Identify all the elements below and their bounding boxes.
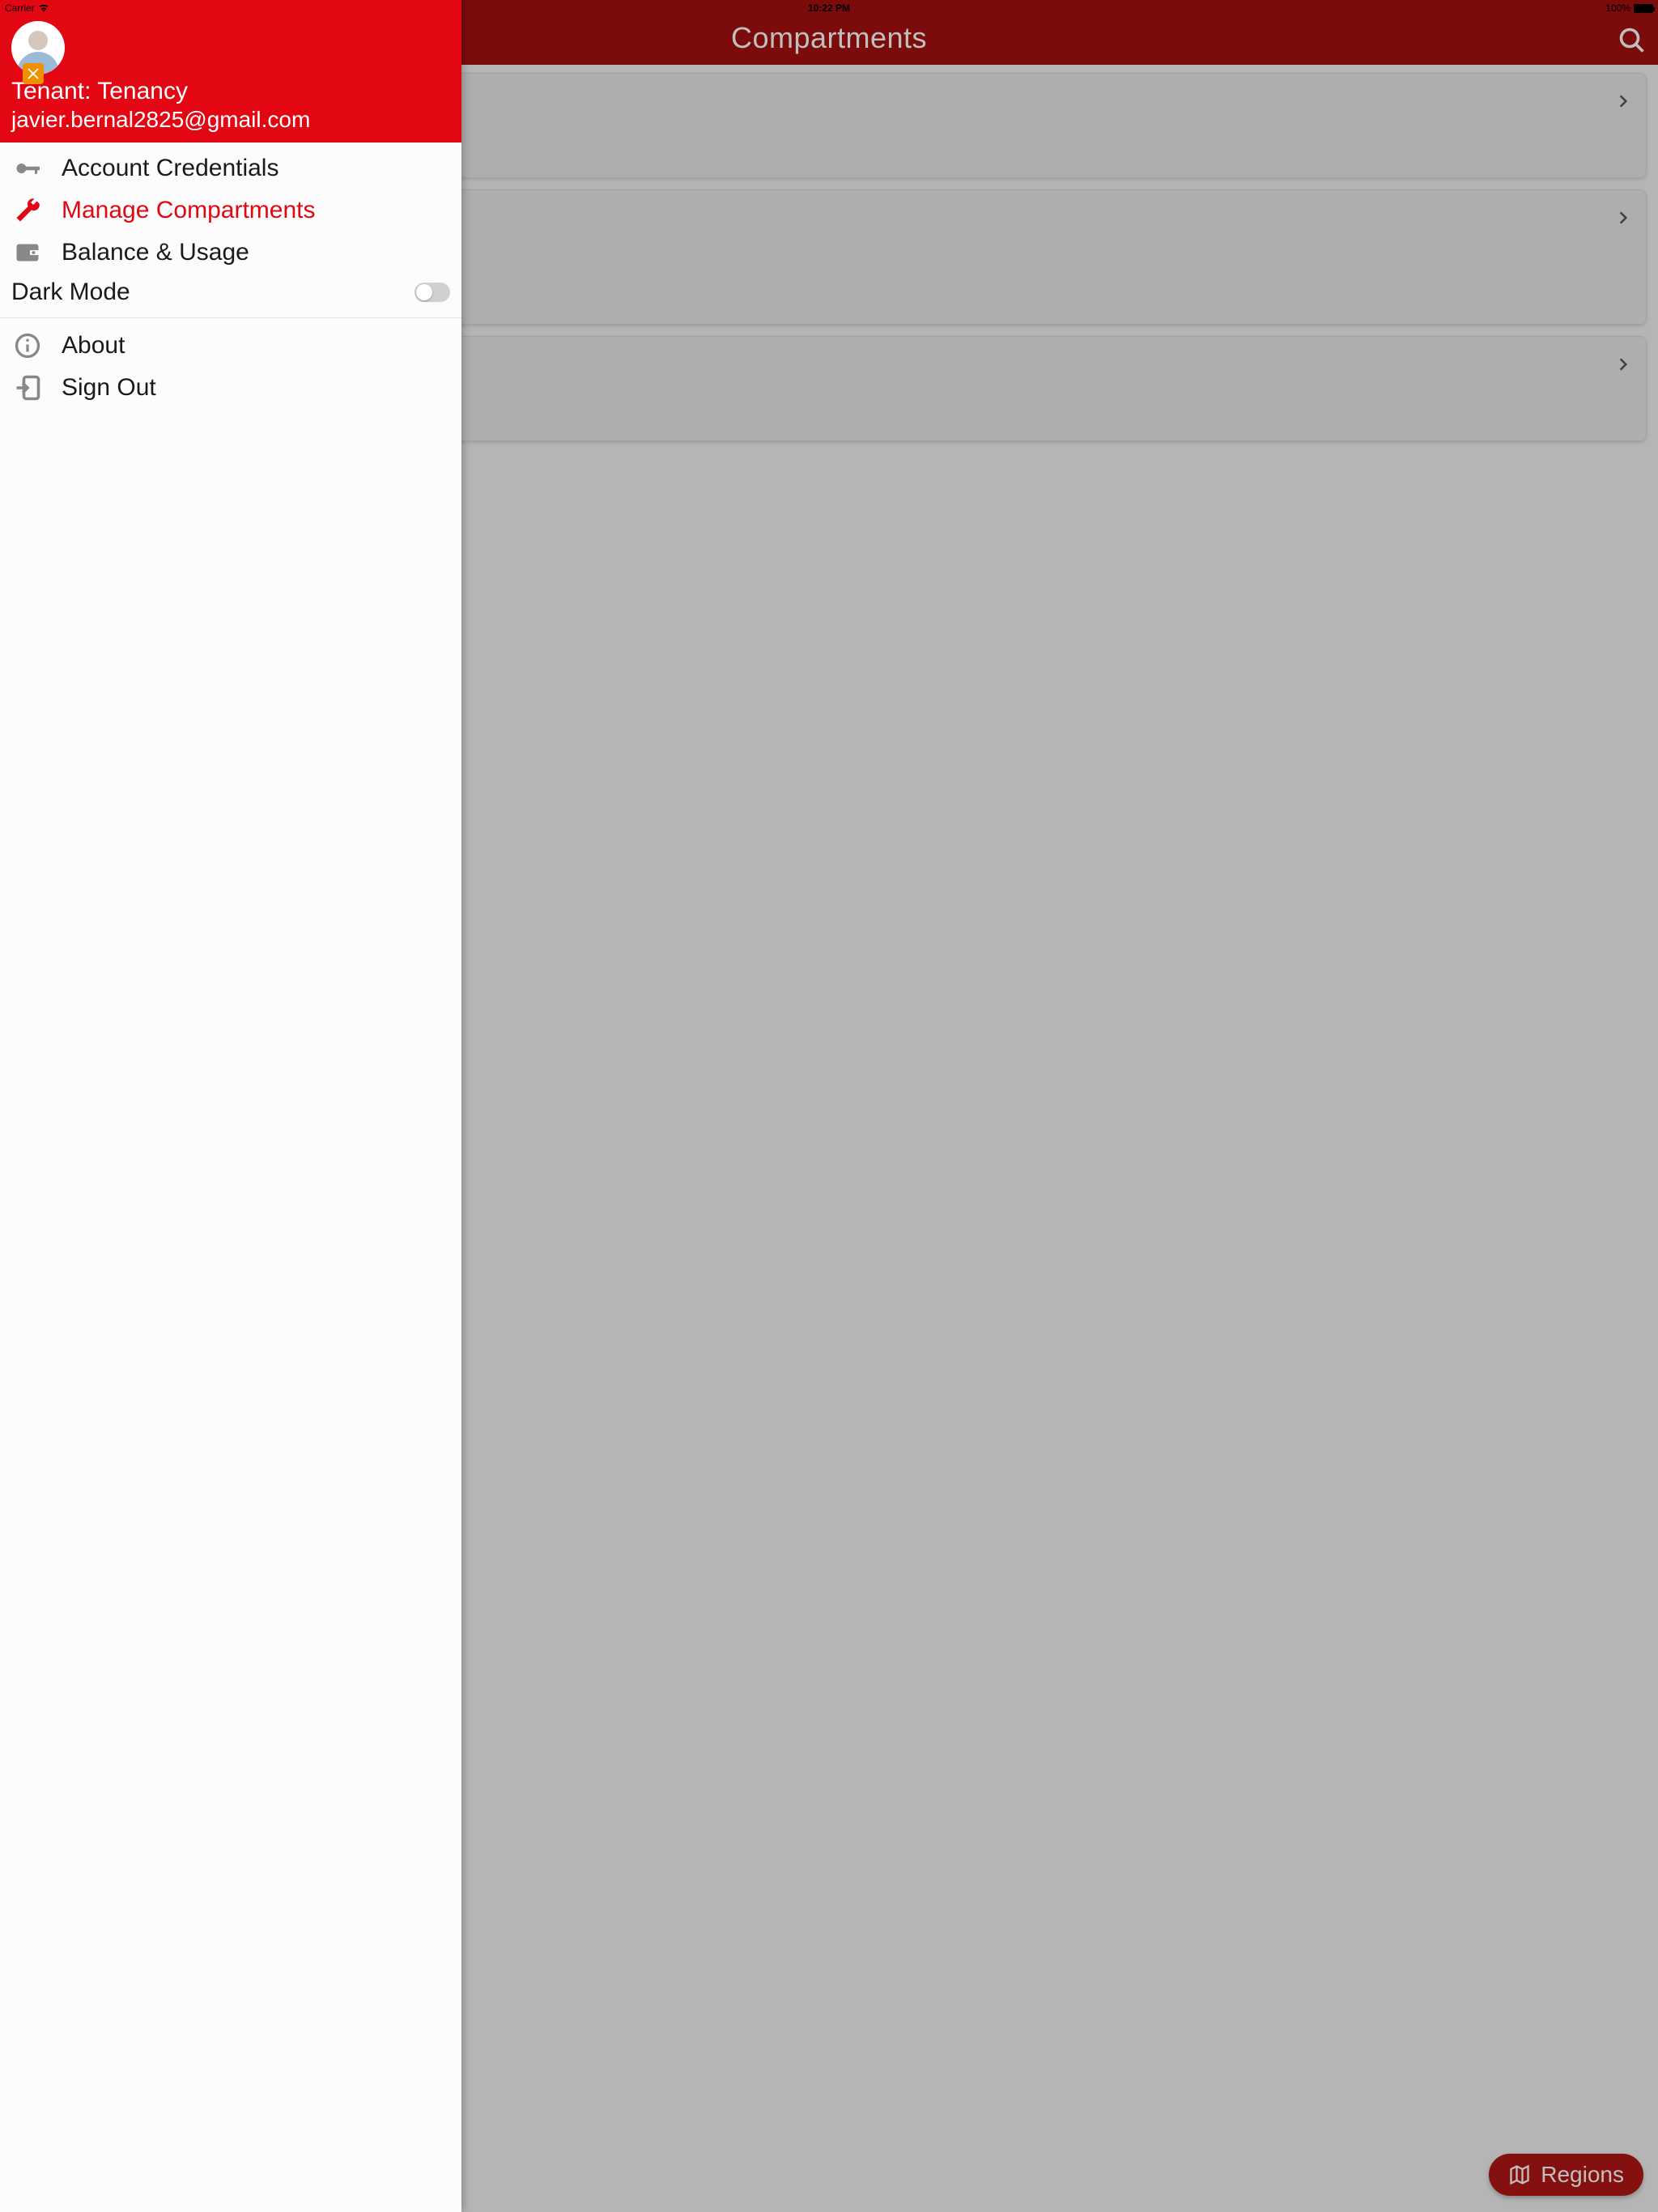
battery-icon xyxy=(1634,4,1653,13)
menu-item-signout[interactable]: Sign Out xyxy=(0,367,461,409)
status-bar: Carrier 10:22 PM 100% xyxy=(0,0,1658,16)
drawer-menu: Account Credentials Manage Compartments … xyxy=(0,143,461,415)
battery-pct: 100% xyxy=(1605,2,1630,14)
status-right: 100% xyxy=(1605,2,1653,14)
menu-item-manage-compartments[interactable]: Manage Compartments xyxy=(0,189,461,232)
menu-item-credentials[interactable]: Account Credentials xyxy=(0,147,461,189)
status-left: Carrier xyxy=(5,2,49,14)
menu-label: Account Credentials xyxy=(62,155,278,182)
wallet-icon xyxy=(11,238,44,267)
key-icon xyxy=(11,154,44,183)
toggle-knob xyxy=(416,284,432,300)
dark-mode-row: Dark Mode xyxy=(0,274,461,318)
user-email: javier.bernal2825@gmail.com xyxy=(11,107,450,133)
dark-mode-toggle[interactable] xyxy=(414,283,450,302)
wrench-icon xyxy=(11,196,44,225)
side-drawer: Tenant: Tenancy javier.bernal2825@gmail.… xyxy=(0,0,461,2212)
tools-icon xyxy=(23,63,44,84)
wifi-icon xyxy=(38,4,49,12)
menu-label: Sign Out xyxy=(62,374,156,402)
info-icon xyxy=(11,331,44,360)
drawer-header: Tenant: Tenancy javier.bernal2825@gmail.… xyxy=(0,0,461,143)
signout-icon xyxy=(11,373,44,402)
menu-label: Balance & Usage xyxy=(62,239,249,266)
menu-label: Manage Compartments xyxy=(62,197,315,224)
dark-mode-label: Dark Mode xyxy=(11,279,130,306)
menu-item-about[interactable]: About xyxy=(0,325,461,367)
menu-item-balance[interactable]: Balance & Usage xyxy=(0,232,461,274)
carrier-label: Carrier xyxy=(5,2,35,14)
menu-label: About xyxy=(62,332,125,359)
tenant-label: Tenant: Tenancy xyxy=(11,78,450,105)
clock: 10:22 PM xyxy=(808,2,850,14)
